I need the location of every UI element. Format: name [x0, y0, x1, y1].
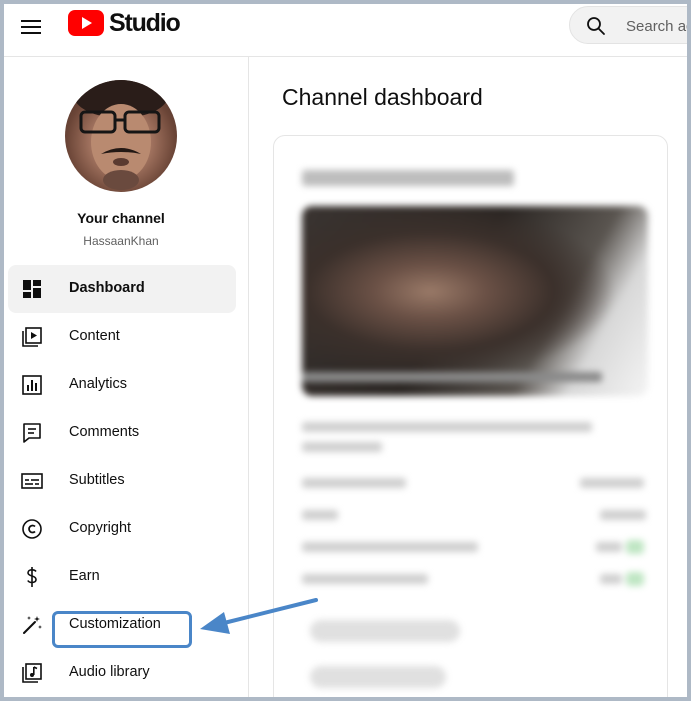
- hamburger-menu-icon[interactable]: [18, 14, 44, 40]
- search-icon: [587, 17, 605, 35]
- analytics-icon: [22, 375, 42, 395]
- blurred-description-line-1: [302, 422, 592, 432]
- comments-icon: [23, 423, 41, 443]
- avatar-photo: [73, 80, 169, 190]
- blurred-stat-label: [302, 510, 338, 520]
- search-placeholder-text: Search ac: [626, 18, 691, 35]
- sidebar-item-analytics[interactable]: Analytics: [8, 361, 236, 409]
- sidebar-item-label: Analytics: [69, 376, 128, 392]
- studio-logo[interactable]: Studio: [68, 8, 181, 37]
- blurred-stat-value: [600, 574, 622, 584]
- blurred-card-content: [274, 136, 667, 697]
- annotation-arrow-icon: [200, 598, 318, 634]
- sidebar-item-label: Content: [69, 328, 120, 344]
- blurred-stat-indicator: [626, 572, 644, 586]
- channel-handle: HassaanKhan: [83, 234, 159, 248]
- channel-title: Your channel: [77, 210, 165, 226]
- sidebar-item-comments[interactable]: Comments: [8, 409, 236, 457]
- sidebar-item-label: Dashboard: [69, 280, 145, 296]
- blurred-stat-value: [580, 478, 644, 488]
- youtube-play-icon: [68, 10, 104, 36]
- blurred-stat-indicator: [626, 540, 644, 554]
- blurred-stat-value: [596, 542, 622, 552]
- channel-avatar[interactable]: [65, 80, 177, 192]
- customization-highlight-box: [52, 611, 192, 648]
- sidebar-item-content[interactable]: Content: [8, 313, 236, 361]
- top-header: Studio Search ac: [4, 4, 687, 57]
- blurred-stat-label: [302, 574, 428, 584]
- content-icon: [22, 327, 42, 347]
- search-input[interactable]: Search ac: [569, 6, 691, 44]
- sidebar-item-label: Audio library: [69, 664, 150, 680]
- blurred-action-button[interactable]: [310, 666, 446, 688]
- logo-text: Studio: [109, 8, 181, 37]
- sidebar-item-label: Copyright: [69, 520, 132, 536]
- audio-library-icon: [22, 663, 42, 683]
- customization-icon: [23, 616, 42, 634]
- blurred-stat-label: [302, 542, 478, 552]
- sidebar-item-label: Subtitles: [69, 472, 125, 488]
- subtitles-icon: [21, 473, 43, 489]
- screenshot-frame: Studio Search ac Your channel HassaanKha…: [0, 0, 691, 701]
- blurred-stat-value: [600, 510, 646, 520]
- blurred-description-line-2: [302, 442, 382, 452]
- sidebar-item-label: Comments: [69, 424, 140, 440]
- video-thumbnail[interactable]: [302, 206, 648, 396]
- page-title: Channel dashboard: [282, 84, 483, 110]
- copyright-icon: [22, 519, 42, 539]
- earn-icon: [27, 567, 37, 587]
- sidebar-item-dashboard[interactable]: Dashboard: [8, 265, 236, 313]
- blurred-stat-label: [302, 478, 406, 488]
- sidebar-item-subtitles[interactable]: Subtitles: [8, 457, 236, 505]
- blurred-card-heading: [302, 170, 514, 186]
- blurred-action-button[interactable]: [310, 620, 460, 642]
- latest-video-performance-card: [273, 135, 668, 697]
- blurred-thumbnail-caption: [302, 372, 602, 382]
- sidebar-item-audio-library[interactable]: Audio library: [8, 649, 236, 697]
- sidebar-item-copyright[interactable]: Copyright: [8, 505, 236, 553]
- sidebar-item-label: Earn: [69, 568, 100, 584]
- dashboard-icon: [23, 280, 41, 298]
